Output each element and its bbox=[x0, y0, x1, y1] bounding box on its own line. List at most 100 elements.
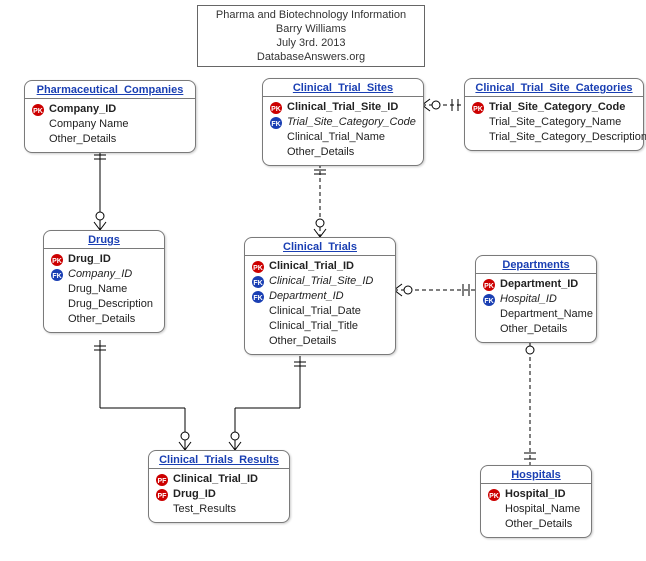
entity-title: Pharmaceutical_Companies bbox=[25, 81, 195, 99]
blank-icon bbox=[31, 133, 45, 147]
entity-title: Drugs bbox=[44, 231, 164, 249]
attribute-row: Company Name bbox=[31, 117, 189, 132]
entity-site-categories: Clinical_Trial_Site_Categories PKTrial_S… bbox=[464, 78, 644, 151]
blank-icon bbox=[482, 323, 496, 337]
attribute-name: Drug_Description bbox=[68, 297, 153, 312]
svg-text:FK: FK bbox=[271, 121, 280, 128]
attribute-name: Department_Name bbox=[500, 307, 593, 322]
attribute-row: Trial_Site_Category_Description bbox=[471, 130, 637, 145]
pk-key-icon: PK bbox=[269, 101, 283, 115]
entity-body: PK Hospital_IDHospital_NameOther_Details bbox=[481, 484, 591, 537]
entity-body: PK Clinical_Trial_Site_ID FK Trial_Site_Cat… bbox=[263, 97, 423, 165]
attribute-row: PK Clinical_Trial_ID bbox=[251, 259, 389, 274]
attribute-name: Clinical_Trial_ID bbox=[269, 259, 354, 274]
attribute-name: Hospital_ID bbox=[505, 487, 566, 502]
blank-icon bbox=[471, 116, 485, 130]
attribute-row: Hospital_Name bbox=[487, 502, 585, 517]
attribute-name: Other_Details bbox=[505, 517, 572, 532]
attribute-name: Trial_Site_Category_Description bbox=[489, 130, 646, 145]
fk-key-icon: FK bbox=[50, 268, 64, 282]
attribute-name: Other_Details bbox=[49, 132, 116, 147]
svg-text:FK: FK bbox=[253, 295, 262, 302]
entity-departments: Departments PKDepartment_IDFKHospital_ID… bbox=[475, 255, 597, 343]
pfk-key-icon: PF bbox=[155, 488, 169, 502]
attribute-row: Clinical_Trial_Date bbox=[251, 304, 389, 319]
svg-text:FK: FK bbox=[253, 280, 262, 287]
attribute-row: PKDepartment_ID bbox=[482, 277, 590, 292]
blank-icon bbox=[155, 503, 169, 517]
attribute-name: Other_Details bbox=[500, 322, 567, 337]
attribute-name: Trial_Site_Category_Code bbox=[489, 100, 625, 115]
attribute-row: Clinical_Trial_Name bbox=[269, 130, 417, 145]
attribute-name: Test_Results bbox=[173, 502, 236, 517]
blank-icon bbox=[269, 146, 283, 160]
attribute-name: Trial_Site_Category_Code bbox=[287, 115, 416, 130]
svg-text:FK: FK bbox=[52, 273, 61, 280]
attribute-name: Drug_ID bbox=[173, 487, 216, 502]
attribute-row: Other_Details bbox=[487, 517, 585, 532]
entity-body: PK Company_IDCompany NameOther_Details bbox=[25, 99, 195, 152]
attribute-row: Other_Details bbox=[251, 334, 389, 349]
entity-trials-results: Clinical_Trials_Results PF Clinical_Trial… bbox=[148, 450, 290, 523]
blank-icon bbox=[251, 335, 265, 349]
fk-key-icon: FK bbox=[269, 116, 283, 130]
entity-clinical-trial-sites: Clinical_Trial_Sites PKClinical_Trial_Si… bbox=[262, 78, 424, 166]
attribute-row: Drug_Name bbox=[50, 282, 158, 297]
entity-body: PK Clinical_Trial_ID FK Clinical_Trial_Site… bbox=[245, 256, 395, 354]
fk-key-icon: FK bbox=[482, 293, 496, 307]
attribute-name: Clinical_Trial_Title bbox=[269, 319, 358, 334]
blank-icon bbox=[251, 305, 265, 319]
title-line-4: DatabaseAnswers.org bbox=[206, 50, 416, 64]
attribute-row: PK Company_ID bbox=[31, 102, 189, 117]
attribute-name: Other_Details bbox=[269, 334, 336, 349]
attribute-row: Clinical_Trial_Title bbox=[251, 319, 389, 334]
fk-key-icon: FK bbox=[251, 275, 265, 289]
attribute-name: Drug_ID bbox=[68, 252, 111, 267]
blank-icon bbox=[471, 131, 485, 145]
svg-text:PF: PF bbox=[158, 493, 168, 500]
svg-text:PF: PF bbox=[158, 478, 168, 485]
attribute-name: Other_Details bbox=[68, 312, 135, 327]
attribute-row: PK Trial_Site_Category_Code bbox=[471, 100, 637, 115]
attribute-row: FKDepartment_ID bbox=[251, 289, 389, 304]
attribute-name: Clinical_Trial_ID bbox=[173, 472, 258, 487]
attribute-name: Company_ID bbox=[68, 267, 132, 282]
entity-title: Clinical_Trials_Results bbox=[149, 451, 289, 469]
entity-pharmaceutical-companies: Pharmaceutical_Companies PK Company_IDCom… bbox=[24, 80, 196, 153]
attribute-row: PK Clinical_Trial_Site_ID bbox=[269, 100, 417, 115]
pk-key-icon: PK bbox=[471, 101, 485, 115]
attribute-name: Clinical_Trial_Site_ID bbox=[287, 100, 398, 115]
pk-key-icon: PK bbox=[31, 103, 45, 117]
blank-icon bbox=[50, 298, 64, 312]
attribute-name: Company Name bbox=[49, 117, 128, 132]
svg-text:PK: PK bbox=[473, 106, 483, 113]
attribute-name: Hospital_Name bbox=[505, 502, 580, 517]
title-line-1: Pharma and Biotechnology Information bbox=[206, 8, 416, 22]
pfk-key-icon: PF bbox=[155, 473, 169, 487]
pk-key-icon: PK bbox=[251, 260, 265, 274]
svg-text:FK: FK bbox=[484, 298, 493, 305]
attribute-row: Other_Details bbox=[31, 132, 189, 147]
blank-icon bbox=[50, 283, 64, 297]
entity-drugs: Drugs PK Drug_ID FK Company_IDDrug_NameDrug… bbox=[43, 230, 165, 333]
entity-clinical-trials: Clinical_Trials PKClinical_Trial_IDFKCli… bbox=[244, 237, 396, 355]
attribute-row: Department_Name bbox=[482, 307, 590, 322]
attribute-row: FK Trial_Site_Category_Code bbox=[269, 115, 417, 130]
attribute-row: FK Clinical_Trial_Site_ID bbox=[251, 274, 389, 289]
pk-key-icon: PK bbox=[487, 488, 501, 502]
blank-icon bbox=[31, 118, 45, 132]
svg-text:PK: PK bbox=[52, 258, 62, 265]
attribute-row: PK Hospital_ID bbox=[487, 487, 585, 502]
entity-body: PKDepartment_IDFKHospital_IDDepartment_N… bbox=[476, 274, 596, 342]
svg-text:PK: PK bbox=[271, 106, 281, 113]
entity-title: Hospitals bbox=[481, 466, 591, 484]
blank-icon bbox=[50, 313, 64, 327]
svg-text:PK: PK bbox=[484, 283, 494, 290]
blank-icon bbox=[269, 131, 283, 145]
entity-body: PK Trial_Site_Category_Code Trial_Site_Cat… bbox=[465, 97, 643, 150]
attribute-name: Company_ID bbox=[49, 102, 116, 117]
attribute-row: Other_Details bbox=[50, 312, 158, 327]
entity-title: Departments bbox=[476, 256, 596, 274]
attribute-row: PK Drug_ID bbox=[50, 252, 158, 267]
attribute-name: Clinical_Trial_Site_ID bbox=[269, 274, 373, 289]
